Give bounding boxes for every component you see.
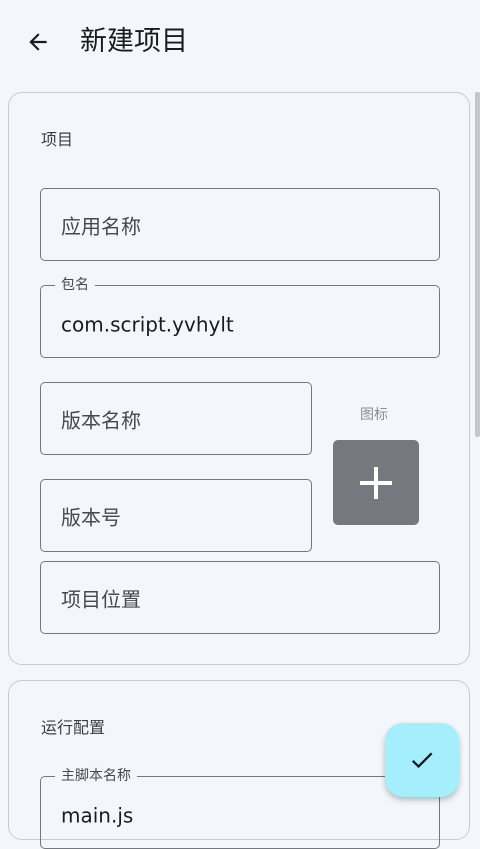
main-script-field[interactable]: 主脚本名称 main.js xyxy=(40,766,440,849)
add-icon-button[interactable] xyxy=(333,440,419,525)
page-title: 新建项目 xyxy=(80,26,188,57)
project-location-field[interactable]: 项目位置 xyxy=(40,561,440,634)
package-name-value: com.script.yvhylt xyxy=(61,311,234,336)
back-button[interactable] xyxy=(20,24,56,60)
scrollbar[interactable] xyxy=(475,92,480,437)
app-bar: 新建项目 xyxy=(0,0,480,84)
package-name-field[interactable]: 包名 com.script.yvhylt xyxy=(40,275,440,358)
main-script-value: main.js xyxy=(61,802,134,827)
package-name-label: 包名 xyxy=(55,275,95,295)
plus-icon xyxy=(360,466,392,499)
version-code-placeholder: 版本号 xyxy=(61,505,121,529)
version-code-field[interactable]: 版本号 xyxy=(40,479,312,552)
check-icon xyxy=(411,752,433,769)
app-name-placeholder: 应用名称 xyxy=(61,214,141,238)
section-title-project: 项目 xyxy=(41,130,74,149)
version-name-field[interactable]: 版本名称 xyxy=(40,382,312,455)
confirm-fab-button[interactable] xyxy=(385,723,459,797)
arrow-back-icon xyxy=(29,33,47,51)
section-title-run-config: 运行配置 xyxy=(41,718,106,737)
icon-label: 图标 xyxy=(360,407,388,423)
version-name-placeholder: 版本名称 xyxy=(61,408,141,432)
main-script-label: 主脚本名称 xyxy=(55,766,137,786)
project-location-placeholder: 项目位置 xyxy=(61,587,141,611)
app-name-field[interactable]: 应用名称 xyxy=(40,188,440,261)
